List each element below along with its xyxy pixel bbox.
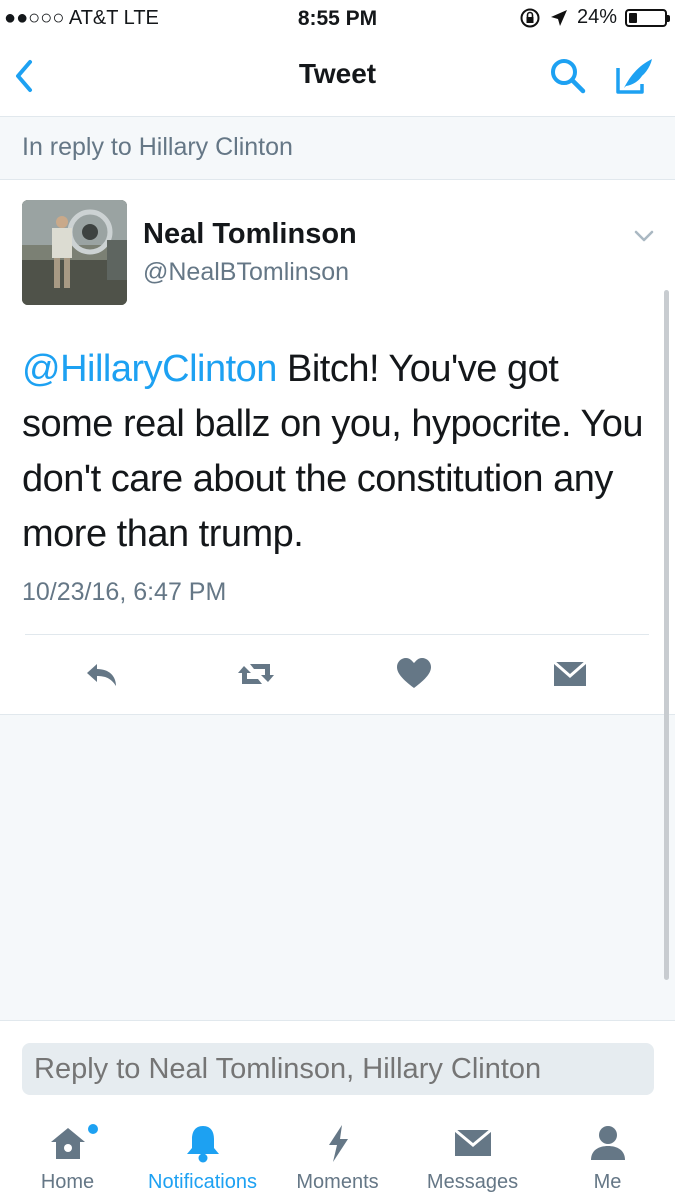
compose-tweet-icon[interactable] (612, 54, 656, 98)
battery-icon (625, 8, 670, 27)
direct-message-icon[interactable] (550, 654, 590, 694)
tweet-text: @HillaryClinton Bitch! You've got some r… (22, 342, 652, 562)
tab-home[interactable]: Home (0, 1104, 135, 1200)
tab-label: Notifications (148, 1171, 257, 1193)
reply-input[interactable] (22, 1043, 654, 1095)
retweet-icon[interactable] (236, 654, 276, 694)
status-bar: ●●○○○ AT&T LTE 8:55 PM 24% (0, 0, 675, 38)
tab-bar: Home Notifications Moments Messages Me (0, 1104, 675, 1200)
tab-label: Me (593, 1171, 622, 1193)
lightning-icon (329, 1125, 348, 1162)
tab-label: Moments (296, 1171, 379, 1193)
home-icon (51, 1128, 85, 1159)
author-name[interactable]: Neal Tomlinson (143, 218, 357, 251)
reply-icon[interactable] (83, 654, 123, 694)
avatar-photo (22, 200, 127, 305)
author-handle[interactable]: @NealBTomlinson (143, 258, 349, 287)
heart-icon[interactable] (394, 654, 434, 694)
tab-moments[interactable]: Moments (270, 1104, 405, 1200)
battery-fill (629, 12, 637, 23)
search-icon[interactable] (548, 56, 588, 96)
battery-percent: 24% (576, 6, 617, 28)
home-unread-dot (88, 1124, 98, 1134)
reply-context-text: In reply to Hillary Clinton (22, 133, 293, 161)
bell-icon (187, 1126, 219, 1163)
tweet-detail: Neal Tomlinson @NealBTomlinson @HillaryC… (0, 180, 675, 715)
chevron-down-icon[interactable] (632, 228, 656, 244)
rotation-lock-icon (520, 8, 540, 27)
tab-label: Home (40, 1171, 95, 1193)
tab-notifications[interactable]: Notifications (135, 1104, 270, 1200)
person-icon (591, 1126, 625, 1160)
reply-context-bar[interactable]: In reply to Hillary Clinton (0, 116, 675, 180)
avatar[interactable] (22, 200, 127, 305)
tab-label: Messages (426, 1171, 519, 1193)
reply-bar (0, 1020, 675, 1104)
tab-me[interactable]: Me (540, 1104, 675, 1200)
scrollbar[interactable] (664, 290, 669, 980)
tweet-timestamp: 10/23/16, 6:47 PM (22, 578, 227, 606)
tweet-actions (0, 654, 675, 700)
navigation-bar: Tweet (0, 38, 675, 116)
envelope-icon (454, 1128, 492, 1156)
tab-messages[interactable]: Messages (405, 1104, 540, 1200)
location-arrow-icon (550, 9, 567, 26)
divider (25, 634, 649, 635)
mention-link[interactable]: @HillaryClinton (22, 348, 277, 390)
